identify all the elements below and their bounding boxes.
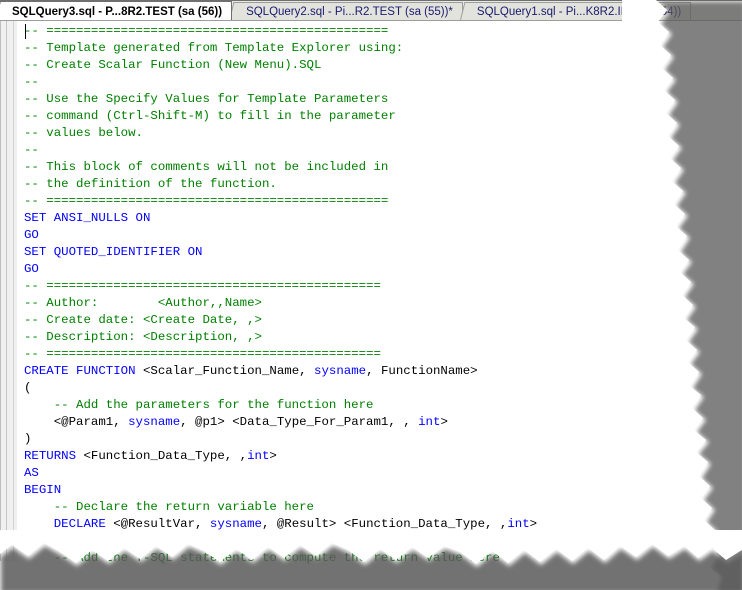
code-line[interactable]: AS (24, 465, 537, 482)
code-token: -- Description: <Description, ,> (24, 330, 262, 344)
code-line[interactable]: -- (24, 74, 537, 91)
code-token: -- the definition of the function. (24, 177, 277, 191)
code-token: RETURNS (24, 449, 84, 463)
code-text-area[interactable]: -- =====================================… (24, 23, 537, 567)
code-line[interactable]: RETURNS <Function_Data_Type, ,int> (24, 448, 537, 465)
code-token: -- Author: <Author,,Name> (24, 296, 262, 310)
code-line[interactable]: -- Add the T-SQL statements to compute t… (24, 550, 537, 567)
code-line[interactable]: -- Template generated from Template Expl… (24, 40, 537, 57)
code-line[interactable]: DECLARE <@ResultVar, sysname, @Result> <… (24, 516, 537, 533)
code-token: -- Create Scalar Function (New Menu).SQL (24, 58, 322, 72)
code-token: -- =====================================… (24, 24, 389, 38)
code-token: -- (24, 143, 39, 157)
editor-tab-3[interactable]: SQLQuery1.sql - Pi...K8R2.ILP (sa (54)) (464, 2, 692, 20)
code-token: , @p1> <Data_Type_For_Param1, , (180, 415, 419, 429)
code-line[interactable]: -- Declare the return variable here (24, 499, 537, 516)
code-token: -- This block of comments will not be in… (24, 160, 389, 174)
code-token: <Function_Data_Type, , (83, 449, 248, 463)
code-line[interactable]: GO (24, 227, 537, 244)
code-token: -- values below. (24, 126, 143, 140)
code-token: , @Result> <Function_Data_Type, , (261, 517, 508, 531)
editor-tab-label: SQLQuery1.sql - Pi...K8R2.ILP (sa (54)) (476, 6, 682, 18)
code-token: -- Declare the return variable here (24, 500, 314, 514)
code-line[interactable]: -- =====================================… (24, 193, 537, 210)
tab-list: SQLQuery3.sql - P...8R2.TEST (sa (56)) SQ… (0, 1, 693, 20)
code-line[interactable]: ) (24, 431, 537, 448)
code-token: CREATE FUNCTION (24, 364, 143, 378)
query-editor-window: SQLQuery3.sql - P...8R2.TEST (sa (56)) SQ… (0, 0, 742, 590)
code-token: > (269, 449, 277, 463)
editor-tab-label: SQLQuery3.sql - P...8R2.TEST (sa (56)) (12, 6, 223, 18)
code-line[interactable]: SET ANSI_NULLS ON (24, 210, 537, 227)
code-line[interactable]: BEGIN (24, 482, 537, 499)
code-token: -- Template generated from Template Expl… (24, 41, 404, 55)
code-token: sysname (128, 415, 181, 429)
code-token: -- command (Ctrl-Shift-M) to fill in the… (24, 109, 396, 123)
code-token: ( (24, 381, 32, 395)
code-line[interactable]: -- Create date: <Create Date, ,> (24, 312, 537, 329)
code-token: -- Add the parameters for the function h… (24, 398, 374, 412)
editor-tab-1[interactable]: SQLQuery3.sql - P...8R2.TEST (sa (56)) (0, 1, 233, 20)
code-line[interactable]: ( (24, 380, 537, 397)
code-editor-pane[interactable]: -- =====================================… (0, 21, 742, 590)
code-token: int (247, 449, 270, 463)
editor-tab-2[interactable]: SQLQuery2.sql - Pi...R2.TEST (sa (55))* (234, 2, 463, 20)
text-caret (25, 24, 26, 39)
code-token: <Scalar_Function_Name, (142, 364, 315, 378)
code-line[interactable]: CREATE FUNCTION <Scalar_Function_Name, s… (24, 363, 537, 380)
code-token: -- (24, 75, 39, 89)
gutter-divider-outer (13, 21, 14, 561)
code-line[interactable]: -- (24, 142, 537, 159)
code-token: SET QUOTED_IDENTIFIER ON (24, 245, 203, 259)
code-token: GO (24, 228, 39, 242)
code-line[interactable]: <@Param1, sysname, @p1> <Data_Type_For_P… (24, 414, 537, 431)
code-line[interactable]: -- the definition of the function. (24, 176, 537, 193)
gutter-border-left (0, 21, 1, 561)
code-token: sysname (209, 517, 262, 531)
editor-tab-label: SQLQuery2.sql - Pi...R2.TEST (sa (55))* (246, 6, 453, 18)
code-token: -- =====================================… (24, 347, 381, 361)
code-line[interactable] (24, 533, 537, 550)
code-token: int (418, 415, 441, 429)
code-line[interactable]: -- Description: <Description, ,> (24, 329, 537, 346)
code-line[interactable]: -- Create Scalar Function (New Menu).SQL (24, 57, 537, 74)
code-token: int (507, 517, 530, 531)
code-token: > (440, 415, 448, 429)
code-token: sysname (314, 364, 367, 378)
code-token: BEGIN (24, 483, 62, 497)
code-token: -- Create date: <Create Date, ,> (24, 313, 262, 327)
code-token: -- =====================================… (24, 194, 389, 208)
code-line[interactable]: -- Use the Specify Values for Template P… (24, 91, 537, 108)
code-line[interactable]: GO (24, 261, 537, 278)
code-line[interactable]: SET QUOTED_IDENTIFIER ON (24, 244, 537, 261)
editor-indicator-margin[interactable] (0, 21, 17, 561)
code-line[interactable]: -- =====================================… (24, 23, 537, 40)
code-token: <@ResultVar, (113, 517, 210, 531)
code-token: > (529, 517, 538, 531)
code-token: <@Param1, (24, 415, 129, 429)
code-token: AS (24, 466, 39, 480)
code-token: , FunctionName> (366, 364, 478, 378)
code-line[interactable]: -- Add the parameters for the function h… (24, 397, 537, 414)
code-token: GO (24, 262, 39, 276)
code-line[interactable]: -- =====================================… (24, 346, 537, 363)
code-line[interactable]: -- command (Ctrl-Shift-M) to fill in the… (24, 108, 537, 125)
gutter-divider-inner (6, 21, 7, 561)
code-line[interactable]: -- Author: <Author,,Name> (24, 295, 537, 312)
code-line[interactable]: -- This block of comments will not be in… (24, 159, 537, 176)
code-token: DECLARE (24, 517, 114, 531)
code-line[interactable]: -- =====================================… (24, 278, 537, 295)
editor-tab-strip: SQLQuery3.sql - P...8R2.TEST (sa (56)) SQ… (0, 0, 742, 21)
code-token: -- Use the Specify Values for Template P… (24, 92, 389, 106)
code-token: SET ANSI_NULLS ON (24, 211, 151, 225)
code-token: ) (24, 432, 32, 446)
code-token: -- Add the T-SQL statements to compute t… (24, 551, 500, 565)
code-line[interactable]: -- values below. (24, 125, 537, 142)
code-token: -- =====================================… (24, 279, 381, 293)
